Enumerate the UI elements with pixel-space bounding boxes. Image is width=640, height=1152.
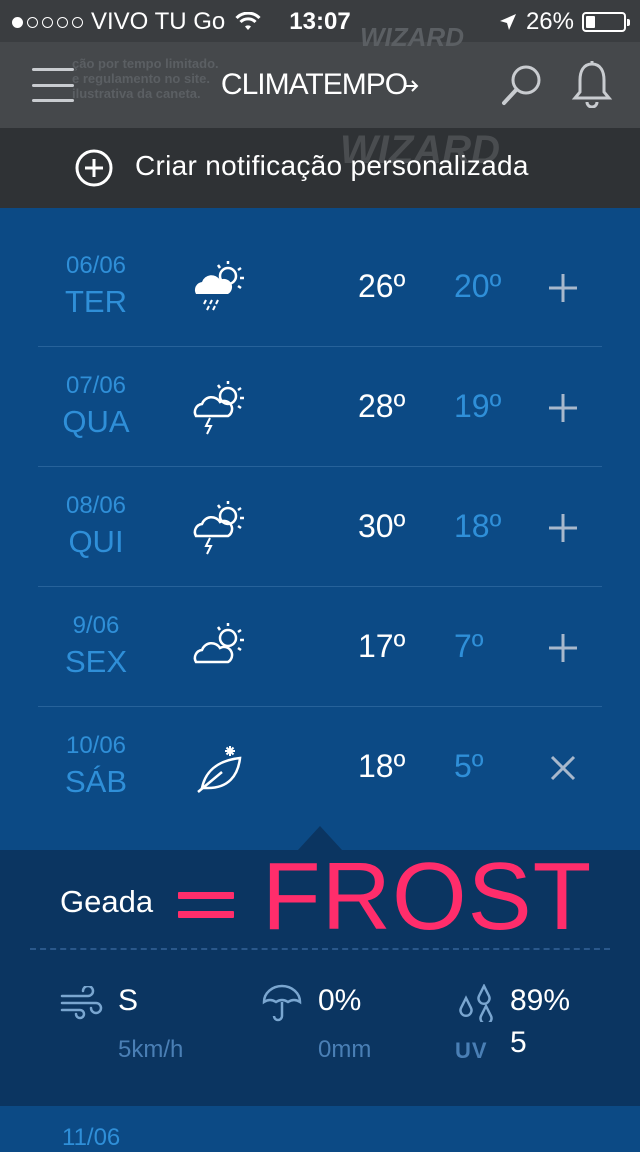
expand-plus-icon[interactable] — [543, 268, 583, 308]
forecast-max-temp: 17º — [358, 628, 406, 664]
collapse-close-icon[interactable] — [543, 748, 583, 788]
partly-cloudy-thunder-icon — [193, 501, 244, 555]
humidity-value: 89% — [510, 984, 571, 1017]
forecast-max-temp: 28º — [358, 388, 406, 424]
annotation-equals-sign — [178, 892, 234, 924]
forecast-min-temp: 20º — [454, 268, 502, 304]
forecast-weekday: SÁB — [64, 764, 128, 799]
condition-label: Geada — [60, 884, 154, 919]
expand-plus-icon[interactable] — [543, 388, 583, 428]
forecast-row[interactable]: 07/06 QUA 28º 19º — [38, 346, 602, 467]
forecast-max-temp: 18º — [358, 748, 406, 784]
uv-label: UV — [455, 1038, 488, 1063]
forecast-row[interactable]: 9/06 SEX 17º 7º — [38, 586, 602, 707]
rain-amount: 0mm — [318, 1036, 372, 1063]
forecast-max-temp: 26º — [358, 268, 406, 304]
forecast-row[interactable]: 06/06 TER 26º 20º — [38, 226, 602, 347]
annotation-text: FROST — [262, 843, 593, 950]
detail-divider — [30, 948, 610, 950]
add-circle-icon — [75, 149, 113, 187]
forecast-weekday: SEX — [64, 644, 128, 679]
app-header: ção por tempo limitado. e regulamento no… — [0, 22, 640, 128]
humidity-drops-icon — [459, 984, 493, 1022]
forecast-min-temp: 19º — [454, 388, 502, 424]
expand-plus-icon[interactable] — [543, 508, 583, 548]
rain-probability: 0% — [318, 984, 362, 1017]
partly-cloudy-rain-icon — [194, 261, 244, 311]
partly-cloudy-icon — [193, 623, 244, 664]
uv-value: 5 — [510, 1026, 527, 1059]
partly-cloudy-thunder-icon — [193, 381, 244, 435]
battery-percent: 26% — [525, 8, 574, 35]
wind-direction: S — [118, 984, 139, 1017]
search-icon[interactable] — [500, 62, 546, 108]
forecast-weekday: QUI — [68, 524, 124, 559]
background-ad-brand: WIZARD — [360, 22, 464, 52]
forecast-date: 11/06 — [62, 1124, 121, 1151]
forecast-date: 10/06 — [65, 732, 127, 759]
forecast-date: 08/06 — [65, 492, 127, 519]
wind-speed: 5km/h — [118, 1036, 184, 1063]
forecast-weekday: TER — [65, 284, 127, 319]
location-arrow-icon — [499, 14, 516, 30]
day-detail-panel: Geada FROST S 5km/h 0% 0mm 89% UV 5 — [0, 843, 640, 1106]
forecast-min-temp: 18º — [454, 508, 502, 544]
create-notification-label: Criar notificação personalizada — [135, 150, 529, 181]
frost-leaf-icon — [197, 746, 242, 793]
forecast-max-temp: 30º — [358, 508, 406, 544]
forecast-date: 07/06 — [65, 372, 127, 399]
next-forecast-row[interactable]: 11/06 — [0, 1106, 640, 1151]
umbrella-icon — [262, 984, 302, 1022]
forecast-min-temp: 5º — [454, 748, 484, 784]
bell-icon[interactable] — [570, 60, 614, 108]
forecast-min-temp: 7º — [454, 628, 484, 664]
wind-icon — [60, 986, 103, 1020]
forecast-weekday: QUA — [62, 404, 130, 439]
forecast-row[interactable]: 08/06 QUI 30º 18º — [38, 466, 602, 587]
forecast-date: 06/06 — [65, 252, 127, 279]
battery-icon — [582, 12, 630, 32]
expand-plus-icon[interactable] — [543, 628, 583, 668]
status-bar: VIVO TU Go 13:07 26% — [0, 0, 640, 42]
forecast-list: 06/06 TER 26º 20º 07/06 QUA 28º 19º 08/0 — [0, 208, 640, 850]
logo-arrow-icon — [405, 80, 419, 92]
forecast-row[interactable]: 10/06 SÁB 18º 5º — [38, 706, 602, 826]
create-notification-button[interactable]: WIZARD Criar notificação personalizada — [0, 128, 640, 208]
forecast-date: 9/06 — [72, 612, 120, 639]
